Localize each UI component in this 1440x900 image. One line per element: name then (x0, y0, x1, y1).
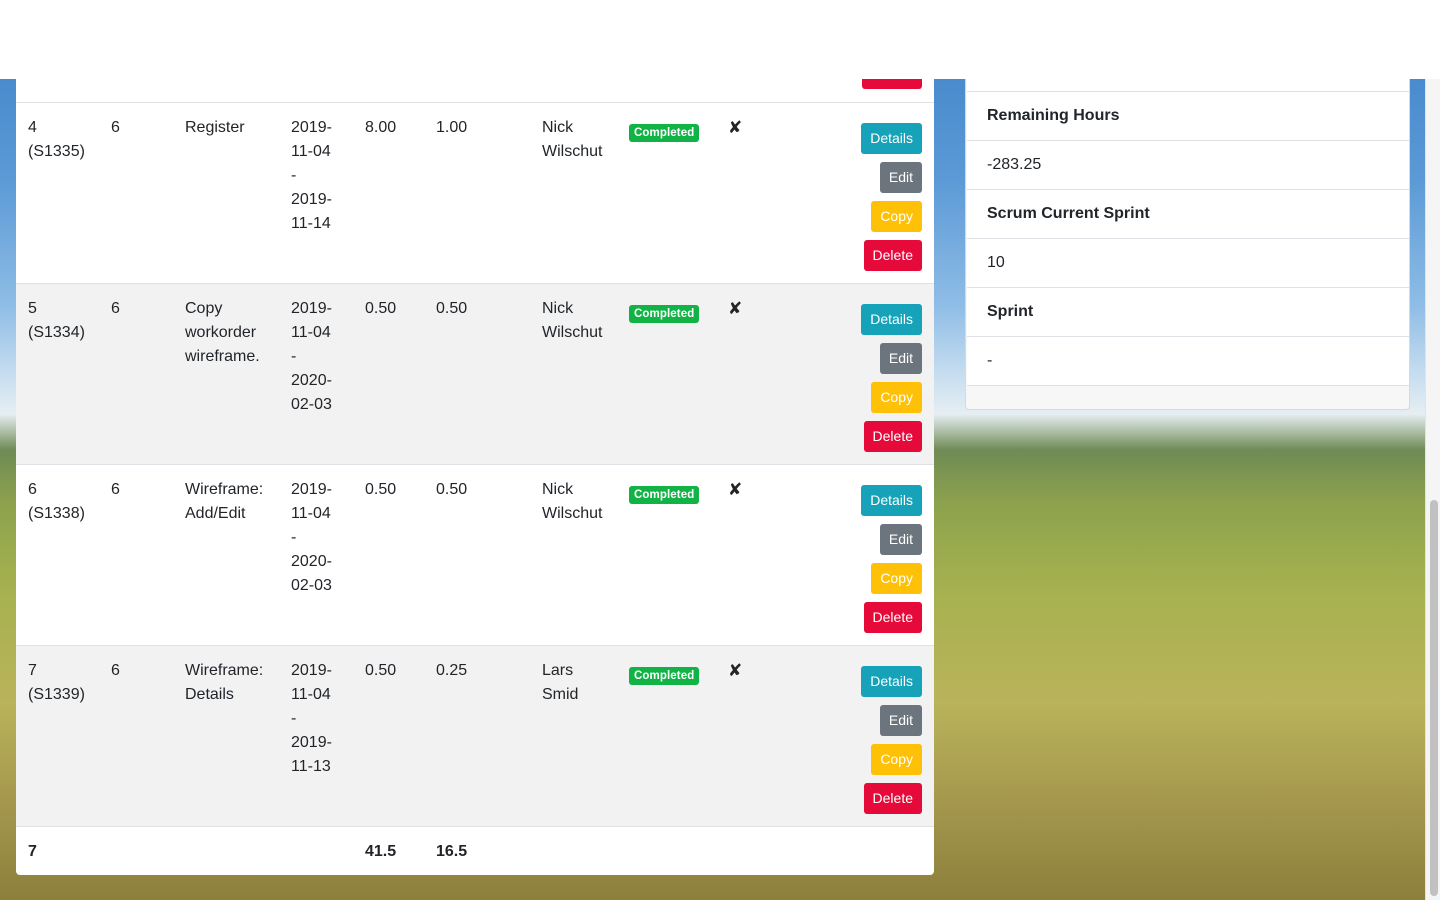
task-user: Lars Smid (542, 662, 579, 703)
task-estimate: 8.00 (365, 119, 397, 136)
task-id: 4 (S1335) (28, 119, 85, 160)
details-button[interactable]: Details (861, 123, 922, 154)
cross-icon: ✘ (728, 299, 743, 318)
total-actual: 16.5 (436, 843, 468, 860)
total-estimate: 41.5 (365, 843, 397, 860)
task-dates: 2019- 11-04-2019- 11-13 (291, 662, 332, 775)
copy-button[interactable]: Copy (871, 744, 922, 775)
task-estimate: 0.50 (365, 300, 397, 317)
task-actual: 0.25 (436, 662, 468, 679)
delete-button[interactable]: Delete (863, 421, 922, 452)
task-name: Wireframe: Add/Edit (185, 481, 264, 522)
delete-button[interactable]: Delete (863, 240, 922, 271)
edit-button[interactable]: Edit (879, 705, 922, 736)
task-actual: 0.50 (436, 300, 468, 317)
table-row: 5 (S1334) 6 Copy workorder wireframe. 2019-… (16, 283, 934, 464)
task-level: 6 (111, 662, 120, 679)
task-dates: 2019- 11-04-2020- 02-03 (291, 481, 332, 594)
edit-button[interactable]: Edit (879, 162, 922, 193)
task-user: Nick Wilschut (542, 481, 603, 522)
cross-icon: ✘ (728, 118, 743, 137)
copy-button[interactable]: Copy (871, 382, 922, 413)
task-id: 7 (S1339) (28, 662, 85, 703)
total-count: 7 (28, 843, 37, 860)
task-id: 5 (S1334) (28, 300, 85, 341)
task-actual: 1.00 (436, 119, 468, 136)
scrum-current-sprint-label: Scrum Current Sprint (967, 189, 1409, 238)
sprint-info-table: Remaining Hours -283.25 Scrum Current Sp… (967, 61, 1409, 386)
top-navbar (0, 0, 1440, 79)
task-actual: 0.50 (436, 481, 468, 498)
task-level: 6 (111, 119, 120, 136)
table-row: 6 (S1338) 6 Wireframe: Add/Edit 2019- 11-04… (16, 464, 934, 645)
remaining-hours-value: -283.25 (967, 140, 1409, 189)
copy-button[interactable]: Copy (871, 201, 922, 232)
sprint-value: - (967, 336, 1409, 385)
task-user: Nick Wilschut (542, 300, 603, 341)
task-name: Register (185, 119, 245, 136)
page-scrollbar[interactable] (1425, 0, 1440, 900)
task-id: 6 (S1338) (28, 481, 85, 522)
sprint-label: Sprint (967, 287, 1409, 336)
task-estimate: 0.50 (365, 481, 397, 498)
task-level: 6 (111, 481, 120, 498)
task-level: 6 (111, 300, 120, 317)
scrum-current-sprint-value: 10 (967, 238, 1409, 287)
copy-button[interactable]: Copy (871, 563, 922, 594)
scrollbar-thumb[interactable] (1430, 500, 1438, 896)
table-totals-row: 7 41.5 16.5 (16, 826, 934, 875)
table-row: 4 (S1335) 6 Register 2019- 11-04-2019- 11-1… (16, 102, 934, 283)
status-badge: Completed (629, 301, 700, 325)
status-badge: Completed (629, 482, 700, 506)
remaining-hours-label: Remaining Hours (967, 91, 1409, 140)
edit-button[interactable]: Edit (879, 343, 922, 374)
task-name: Copy workorder wireframe. (185, 300, 260, 365)
task-estimate: 0.50 (365, 662, 397, 679)
cross-icon: ✘ (728, 480, 743, 499)
task-dates: 2019- 11-04-2020- 02-03 (291, 300, 332, 413)
table-row: 7 (S1339) 6 Wireframe: Details 2019- 11-04-… (16, 645, 934, 826)
details-button[interactable]: Details (861, 666, 922, 697)
cross-icon: ✘ (728, 661, 743, 680)
task-name: Wireframe: Details (185, 662, 264, 703)
details-button[interactable]: Details (861, 304, 922, 335)
task-table: 4 (S1335) 6 Register 2019- 11-04-2019- 11-1… (16, 54, 934, 875)
edit-button[interactable]: Edit (879, 524, 922, 555)
sprint-info-card: Remaining Hours -283.25 Scrum Current Sp… (965, 60, 1410, 410)
task-dates: 2019- 11-04-2019- 11-14 (291, 119, 332, 232)
delete-button[interactable]: Delete (863, 602, 922, 633)
task-user: Nick Wilschut (542, 119, 603, 160)
status-badge: Completed (629, 663, 700, 687)
delete-button[interactable]: Delete (863, 783, 922, 814)
status-badge: Completed (629, 120, 700, 144)
details-button[interactable]: Details (861, 485, 922, 516)
